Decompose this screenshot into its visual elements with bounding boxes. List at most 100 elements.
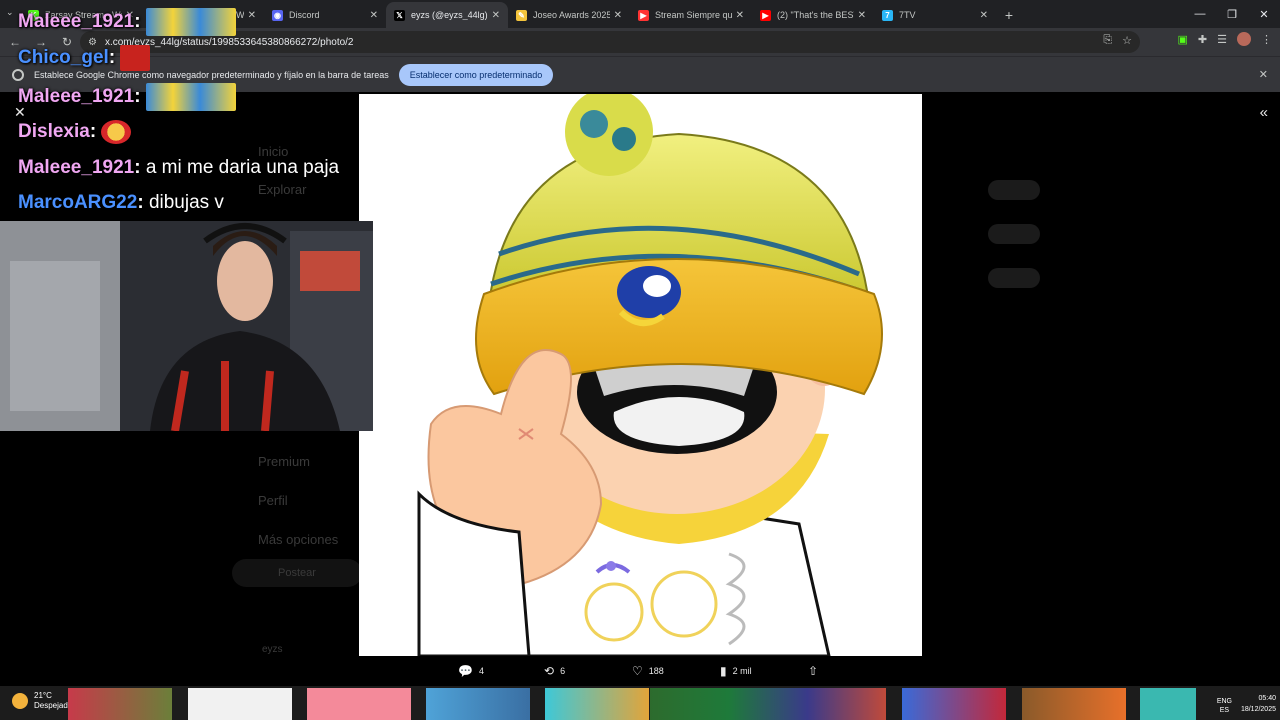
- chat-emote-red: [120, 45, 151, 71]
- chat-emote-santa: [101, 120, 132, 144]
- weather-condition: Despejado: [34, 701, 73, 710]
- chat-separator: :: [137, 192, 149, 213]
- infobar-close-icon[interactable]: ✕: [1259, 68, 1268, 81]
- view-count: 2 mil: [732, 666, 752, 676]
- follow-button[interactable]: [988, 180, 1040, 200]
- address-bar[interactable]: ⚙ x.com/eyzs_44lg/status/199853364538086…: [80, 31, 1140, 53]
- tab-close-icon[interactable]: ✕: [614, 10, 622, 21]
- chat-username: Maleee_1921: [18, 157, 135, 178]
- taskbar-thumbnail[interactable]: [307, 688, 411, 720]
- chat-message: Dislexia:: [18, 120, 132, 144]
- share-action[interactable]: ⇧: [808, 664, 818, 678]
- chat-username: MarcoARG22: [18, 192, 138, 213]
- tab-title: Stream Siempre que: [655, 10, 732, 20]
- follow-button[interactable]: [988, 268, 1040, 288]
- chat-text: dibujas v: [148, 192, 224, 213]
- collapse-panel-icon[interactable]: «: [1260, 104, 1268, 121]
- chat-message: Maleee_1921: a mi me daria una paja: [18, 157, 339, 179]
- browser-tab[interactable]: 𝕏eyzs (@eyzs_44lg) / X ✕: [386, 2, 508, 28]
- like-count: 188: [648, 666, 664, 676]
- tab-favicon-icon: ◉: [272, 9, 283, 21]
- post-image[interactable]: [359, 94, 922, 656]
- chat-username: Chico_gel: [18, 47, 109, 69]
- browser-tab[interactable]: 7 7TV ✕: [874, 2, 996, 28]
- like-action[interactable]: ♡ 188: [632, 664, 664, 678]
- install-app-icon[interactable]: ⎘: [1103, 34, 1112, 47]
- taskbar-pinned-apps[interactable]: [650, 688, 886, 720]
- follow-button[interactable]: [988, 224, 1040, 244]
- clock-time: 05:40: [1258, 695, 1276, 702]
- close-window-icon[interactable]: ✕: [1248, 0, 1280, 28]
- tab-title: 7TV: [899, 10, 916, 20]
- reply-action[interactable]: 💬 4: [458, 664, 484, 678]
- sidebar-item-more[interactable]: Más opciones: [258, 532, 338, 547]
- tab-close-icon[interactable]: ✕: [980, 10, 988, 21]
- taskbar-thumbnail-doors[interactable]: [188, 688, 292, 720]
- weather-widget[interactable]: 21°C Despejado: [12, 691, 72, 711]
- taskbar-thumbnail[interactable]: [1140, 688, 1196, 720]
- sidebar-item-profile[interactable]: Perfil: [258, 493, 288, 508]
- tab-search-icon[interactable]: ⌄: [6, 7, 14, 18]
- sidebar-item-premium[interactable]: Premium: [258, 454, 310, 469]
- sun-icon: [12, 693, 28, 709]
- views-chart-icon: ▮: [720, 664, 727, 678]
- tab-close-icon[interactable]: ✕: [736, 10, 744, 21]
- new-tab-button[interactable]: +: [996, 2, 1022, 28]
- extension-icon-green[interactable]: ▣: [1178, 33, 1188, 46]
- views-action[interactable]: ▮ 2 mil: [720, 664, 752, 678]
- chat-message: Maleee_1921:: [18, 8, 236, 36]
- tab-close-icon[interactable]: ✕: [492, 10, 500, 21]
- infobar-message: Establece Google Chrome como navegador p…: [34, 69, 389, 80]
- chat-separator: :: [134, 11, 146, 33]
- tab-close-icon[interactable]: ✕: [248, 10, 256, 21]
- browser-tab[interactable]: ▶ (2) "That's the BEST ( ✕: [752, 2, 874, 28]
- clock-date: 18/12/2025: [1240, 706, 1276, 713]
- chat-username: Dislexia: [18, 121, 90, 143]
- tab-title: (2) "That's the BEST (: [777, 10, 854, 20]
- reading-list-icon[interactable]: ☰: [1217, 33, 1227, 46]
- drawing-illustration: [417, 94, 883, 656]
- taskbar-thumbnail[interactable]: [426, 688, 530, 720]
- system-tray[interactable]: ENG ES: [1217, 697, 1232, 715]
- chat-separator: :: [89, 121, 102, 143]
- extensions-puzzle-icon[interactable]: ✚: [1198, 33, 1207, 46]
- tab-close-icon[interactable]: ✕: [858, 10, 866, 21]
- set-default-button[interactable]: Establecer como predeterminado: [398, 63, 554, 86]
- input-region: ES: [1219, 707, 1230, 714]
- tab-favicon-icon: 7: [882, 9, 893, 21]
- tab-favicon-icon: ▶: [760, 9, 771, 21]
- browser-tab[interactable]: ✎ Joseo Awards 2025 ✕: [508, 2, 630, 28]
- profile-avatar[interactable]: [1237, 32, 1251, 46]
- browser-tab[interactable]: ◉ Discord ✕: [264, 2, 386, 28]
- heart-icon: ♡: [632, 664, 643, 678]
- reply-icon: 💬: [458, 664, 473, 678]
- taskbar-clock[interactable]: 05:40 18/12/2025: [1241, 693, 1276, 715]
- taskbar-thumbnail[interactable]: [545, 688, 649, 720]
- repost-action[interactable]: ⟲ 6: [544, 664, 565, 678]
- bookmark-star-icon[interactable]: ☆: [1122, 34, 1132, 47]
- chat-username: Maleee_1921: [18, 86, 135, 108]
- browser-tab[interactable]: ▶ Stream Siempre que ✕: [630, 2, 752, 28]
- post-actions-bar: 💬 4 ⟲ 6 ♡ 188 ▮ 2 mil ⇧: [0, 664, 1280, 682]
- taskbar-thumbnail[interactable]: [902, 688, 1006, 720]
- repost-count: 6: [560, 666, 566, 676]
- sidebar-item-explore[interactable]: Explorar: [258, 182, 306, 197]
- windows-taskbar: 21°C Despejado ENG ES 05:40 18/12/2025: [0, 686, 1280, 720]
- share-icon: ⇧: [808, 664, 819, 678]
- taskbar-thumbnail[interactable]: [68, 688, 172, 720]
- minimize-icon[interactable]: —: [1184, 0, 1216, 28]
- chat-message: MarcoARG22: dibujas v: [18, 192, 224, 214]
- restore-icon[interactable]: ❐: [1216, 0, 1248, 28]
- taskbar-thumbnail[interactable]: [1022, 688, 1126, 720]
- post-button[interactable]: Postear: [232, 559, 362, 587]
- reply-count: 4: [478, 666, 484, 676]
- chat-emote-minions: [145, 83, 236, 111]
- account-name[interactable]: eyzs: [262, 644, 283, 655]
- chat-message: Maleee_1921:: [18, 83, 236, 111]
- tab-close-icon[interactable]: ✕: [370, 10, 378, 21]
- menu-kebab-icon[interactable]: ⋮: [1261, 33, 1272, 46]
- chat-emote-minions: [145, 8, 236, 36]
- tab-title: Discord: [289, 10, 320, 20]
- tab-favicon-icon: 𝕏: [394, 9, 405, 21]
- tab-favicon-icon: ▶: [638, 9, 649, 21]
